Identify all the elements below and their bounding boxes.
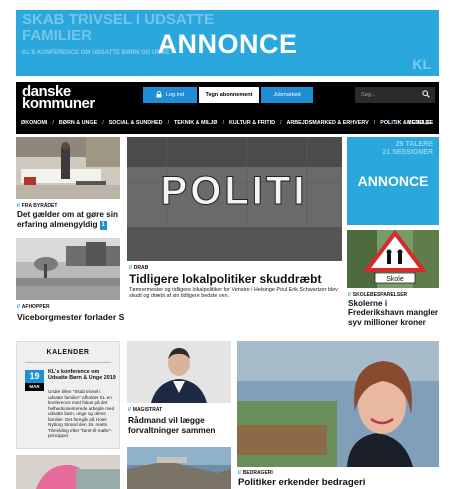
jobs-button[interactable]: Jobmarked	[261, 87, 313, 103]
calendar-date-badge: 19 MAR	[25, 370, 44, 392]
article-kicker: FRA BYRÅDET	[17, 203, 58, 209]
site-logo[interactable]: danske kommuner	[22, 84, 95, 112]
search-icon[interactable]	[422, 90, 430, 100]
calendar-day: 19	[25, 370, 44, 383]
article-kicker: DRAB	[129, 265, 148, 271]
article-card-featured[interactable]: BEDRAGERI Politiker erkender bedrageri	[237, 341, 439, 489]
logo-line-2: kommuner	[22, 95, 95, 112]
ad-ghost-text: 29 TALERE 21 SESSIONER	[382, 141, 433, 157]
main-nav: ØKONOMI / BØRN & UNGE / SOCIAL & SUNDHED / …	[21, 120, 436, 126]
comment-count-badge: 1	[99, 220, 107, 230]
nav-separator: /	[373, 120, 376, 126]
article-card-featured[interactable]: POLITI DRAB Tidligere lokalpolitiker sku…	[127, 137, 342, 305]
nav-item-teknik-miljoe[interactable]: TEKNIK & MILJØ	[174, 120, 217, 126]
search-placeholder: Søg...	[361, 92, 376, 98]
article-image: Skole	[347, 230, 439, 288]
ad-label: ANNONCE	[357, 173, 429, 189]
article-image: POLITI	[127, 137, 342, 261]
article-image	[16, 238, 120, 300]
side-advertisement[interactable]: 29 TALERE 21 SESSIONER ANNONCE	[347, 137, 439, 225]
article-image-partial[interactable]	[127, 447, 231, 489]
subscribe-button[interactable]: Tegn abonnement	[199, 87, 259, 103]
article-kicker: BEDRAGERI	[238, 470, 273, 476]
article-kicker: MAGISTRAT	[128, 407, 162, 413]
nav-separator: /	[52, 120, 54, 126]
article-summary: Tømrermester og tidligere lokalpolitiker…	[129, 287, 338, 300]
article-headline[interactable]: Tidligere lokalpolitiker skuddræbt	[129, 272, 342, 286]
ad-ghost-line: 29 TALERE	[395, 141, 433, 148]
calendar-event-text: Under titlen "Skab trivsel i udsatte fam…	[48, 389, 115, 438]
calendar-title: KALENDER	[46, 349, 90, 356]
nav-separator: /	[102, 120, 104, 126]
menu-button[interactable]: MENU ☰	[407, 120, 430, 126]
ad-label: ANNONCE	[157, 29, 298, 59]
article-image	[127, 341, 231, 403]
nav-item-oekonomi[interactable]: ØKONOMI	[21, 120, 47, 126]
article-image	[237, 341, 439, 467]
article-image	[16, 137, 120, 199]
triangle-up-icon[interactable]: ▲	[392, 120, 398, 126]
nav-separator: /	[279, 120, 282, 126]
nav-separator: /	[167, 120, 170, 126]
article-headline[interactable]: Politiker erkender bedrageri	[238, 477, 440, 488]
lock-icon	[156, 90, 162, 100]
menu-label: MENU	[406, 120, 424, 126]
nav-item-social-sundhed[interactable]: SOCIAL & SUNDHED	[109, 120, 163, 126]
article-card[interactable]: MAGISTRAT Rådmand vil lægge forvaltninge…	[127, 341, 231, 441]
nav-item-kultur-fritid[interactable]: KULTUR & FRITID	[229, 120, 275, 126]
article-headline[interactable]: Skolerne i Frederikshavn mangler syv mil…	[348, 299, 441, 327]
search-input[interactable]: Søg...	[355, 87, 435, 103]
article-image-partial[interactable]	[16, 455, 120, 489]
article-kicker: SKOLEBESPARELSER	[348, 292, 407, 298]
nav-item-boern-unge[interactable]: BØRN & UNGE	[59, 120, 97, 126]
nav-item-arbejdsmarked[interactable]: ARBEJDSMARKED & ERHVERV	[286, 120, 368, 126]
login-label: Log ind	[165, 92, 185, 98]
politi-sign-text: POLITI	[161, 169, 308, 213]
article-card[interactable]: AFHOPPER Viceborgmester forlader S	[16, 238, 124, 326]
article-card[interactable]: FRA BYRÅDET Det gælder om at gøre sin er…	[16, 137, 120, 232]
top-advertisement[interactable]: SKAB TRIVSEL I UDSATTE FAMILIER KL'S KON…	[16, 10, 439, 76]
article-headline[interactable]: Rådmand vil lægge forvaltninger sammen	[128, 415, 232, 435]
site-header: danske kommuner Log ind Tegn abonnement …	[16, 82, 439, 134]
ad-ghost-line: 21 SESSIONER	[382, 149, 433, 156]
nav-separator: /	[222, 120, 224, 126]
sign-text: Skole	[386, 276, 404, 283]
article-headline[interactable]: Det gælder om at gøre sin erfaring almen…	[17, 210, 121, 230]
article-card[interactable]: Skole SKOLEBESPARELSER Skolerne i Freder…	[347, 230, 439, 330]
divider	[25, 362, 111, 363]
calendar-event-title[interactable]: KL's konference om Udsatte Børn & Unge 2…	[48, 369, 116, 382]
article-kicker: AFHOPPER	[17, 304, 50, 310]
calendar-widget: KALENDER 19 MAR KL's konference om Udsat…	[16, 341, 120, 449]
article-headline[interactable]: Viceborgmester forlader S	[17, 312, 127, 322]
calendar-month: MAR	[25, 383, 44, 391]
login-button[interactable]: Log ind	[143, 87, 197, 103]
